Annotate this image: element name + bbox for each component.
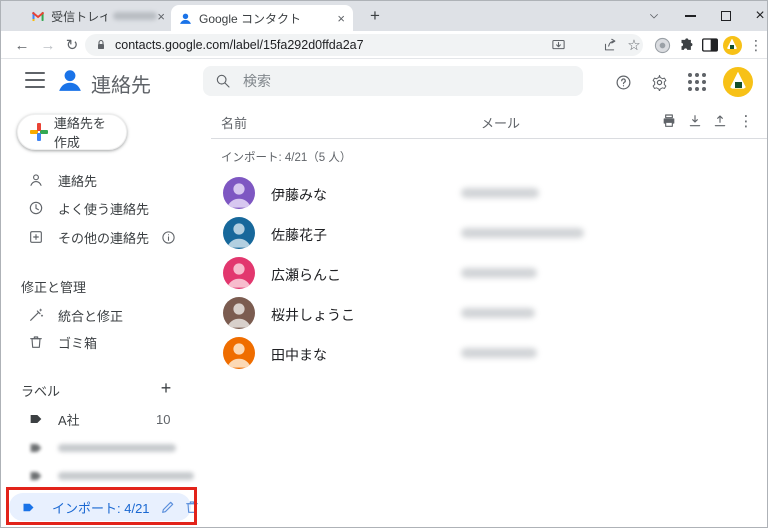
contact-email-redacted bbox=[461, 348, 537, 358]
contacts-logo-icon bbox=[57, 67, 83, 93]
section-header-labels: ラベル bbox=[21, 381, 60, 400]
contacts-icon bbox=[179, 12, 192, 25]
contact-row[interactable]: 田中まな bbox=[211, 333, 768, 373]
extensions-puzzle-icon[interactable] bbox=[675, 34, 697, 56]
magic-wand-icon bbox=[28, 307, 44, 323]
column-name: 名前 bbox=[221, 113, 247, 132]
settings-gear-icon[interactable] bbox=[647, 70, 671, 94]
tab-close-icon[interactable]: × bbox=[157, 10, 165, 23]
person-icon bbox=[28, 172, 44, 188]
contact-row[interactable]: 桜井しょうこ bbox=[211, 293, 768, 333]
label-tag-icon bbox=[28, 440, 44, 456]
tab-strip: 受信トレイ × Google コンタクト × + × bbox=[1, 1, 767, 31]
search-input[interactable]: 検索 bbox=[203, 66, 583, 96]
search-placeholder: 検索 bbox=[243, 71, 271, 91]
help-icon[interactable] bbox=[611, 70, 635, 94]
trash-icon bbox=[28, 334, 44, 350]
column-email: メール bbox=[481, 113, 520, 132]
create-contact-button[interactable]: 連絡先を作成 bbox=[17, 114, 127, 150]
install-icon[interactable] bbox=[547, 34, 569, 56]
side-panel-icon[interactable] bbox=[699, 34, 721, 56]
extension-badge-icon[interactable] bbox=[651, 34, 673, 56]
export-download-icon[interactable] bbox=[686, 112, 704, 130]
label-tag-icon bbox=[28, 468, 44, 484]
contact-row[interactable]: 佐藤花子 bbox=[211, 213, 768, 253]
lock-icon bbox=[95, 39, 107, 51]
label-tag-icon bbox=[28, 411, 44, 427]
sidebar-item-frequent[interactable]: よく使う連絡先 bbox=[1, 194, 197, 222]
browser-menu-icon[interactable]: ⋮ bbox=[745, 34, 767, 56]
contact-name: 佐藤花子 bbox=[271, 225, 327, 245]
sidebar-label-name: A社 bbox=[58, 410, 80, 429]
import-upload-icon[interactable] bbox=[711, 112, 729, 130]
contact-row[interactable]: 伊藤みな bbox=[211, 173, 768, 213]
label-name-redacted bbox=[58, 472, 194, 480]
sidebar-item-label: 統合と修正 bbox=[58, 306, 123, 325]
contact-avatar bbox=[223, 217, 255, 249]
contact-name: 伊藤みな bbox=[271, 185, 327, 205]
sidebar-item-trash[interactable]: ゴミ箱 bbox=[1, 328, 197, 356]
tab-title: 受信トレイ bbox=[51, 8, 107, 25]
contact-avatar bbox=[223, 297, 255, 329]
sidebar-label-redacted[interactable] bbox=[1, 434, 197, 462]
tab-google-contacts[interactable]: Google コンタクト × bbox=[171, 5, 353, 31]
contact-name: 広瀬らんこ bbox=[271, 265, 341, 285]
contact-email-redacted bbox=[461, 188, 539, 198]
contact-name: 田中まな bbox=[271, 345, 327, 365]
create-contact-label: 連絡先を作成 bbox=[54, 113, 114, 151]
google-apps-grid-icon[interactable] bbox=[685, 70, 709, 94]
info-icon[interactable] bbox=[159, 228, 177, 246]
sidebar-label-redacted[interactable] bbox=[1, 462, 197, 490]
tab-close-icon[interactable]: × bbox=[337, 12, 345, 25]
sidebar-item-label: よく使う連絡先 bbox=[58, 199, 149, 218]
window-minimize-button[interactable] bbox=[673, 1, 707, 31]
url-text: contacts.google.com/label/15fa292d0ffda2… bbox=[115, 38, 364, 52]
list-column-header: 名前 メール ⋮ bbox=[211, 101, 768, 139]
contact-email-redacted bbox=[461, 228, 584, 238]
sidebar-item-merge-fix[interactable]: 統合と修正 bbox=[1, 301, 197, 329]
window-maximize-button[interactable] bbox=[709, 1, 743, 31]
label-name-redacted bbox=[58, 444, 176, 452]
label-count: 10 bbox=[156, 412, 170, 427]
group-header: インポート: 4/21（5 人） bbox=[221, 149, 351, 165]
more-options-icon[interactable]: ⋮ bbox=[737, 112, 755, 130]
other-contacts-icon bbox=[28, 229, 44, 245]
app-title: 連絡先 bbox=[91, 69, 151, 98]
contact-email-redacted bbox=[461, 268, 537, 278]
contact-row[interactable]: 広瀬らんこ bbox=[211, 253, 768, 293]
annotation-red-box bbox=[6, 487, 197, 525]
new-tab-button[interactable]: + bbox=[363, 4, 387, 28]
add-label-icon[interactable]: + bbox=[157, 379, 175, 397]
plus-icon bbox=[30, 123, 44, 141]
back-icon[interactable]: ← bbox=[11, 34, 33, 56]
contact-email-redacted bbox=[461, 308, 535, 318]
account-avatar[interactable] bbox=[723, 67, 753, 97]
contact-avatar bbox=[223, 337, 255, 369]
tab-title: Google コンタクト bbox=[199, 10, 301, 27]
tab-title-redacted bbox=[113, 12, 158, 20]
contact-name: 桜井しょうこ bbox=[271, 305, 355, 325]
forward-icon[interactable]: → bbox=[37, 34, 59, 56]
sidebar-item-label: 連絡先 bbox=[58, 171, 97, 190]
sidebar-item-label: その他の連絡先 bbox=[58, 228, 149, 247]
print-icon[interactable] bbox=[660, 112, 678, 130]
section-header-manage: 修正と管理 bbox=[21, 277, 86, 296]
tab-gmail[interactable]: 受信トレイ × bbox=[26, 1, 171, 31]
sidebar-item-contacts[interactable]: 連絡先 bbox=[1, 166, 197, 194]
contact-avatar bbox=[223, 257, 255, 289]
history-clock-icon bbox=[28, 200, 44, 216]
search-icon bbox=[215, 73, 231, 89]
sidebar-item-label: ゴミ箱 bbox=[58, 333, 97, 352]
reload-icon[interactable]: ↻ bbox=[61, 34, 83, 56]
window-close-button[interactable]: × bbox=[743, 1, 768, 31]
bookmark-star-icon[interactable]: ☆ bbox=[623, 34, 645, 56]
share-icon[interactable] bbox=[599, 34, 621, 56]
browser-profile-avatar[interactable] bbox=[721, 34, 743, 56]
contact-avatar bbox=[223, 177, 255, 209]
main-menu-icon[interactable] bbox=[25, 72, 45, 88]
window-chevron-icon[interactable] bbox=[637, 1, 671, 31]
browser-window: 受信トレイ × Google コンタクト × + × ← → ↻ contact… bbox=[0, 0, 768, 528]
gmail-icon bbox=[32, 11, 44, 22]
